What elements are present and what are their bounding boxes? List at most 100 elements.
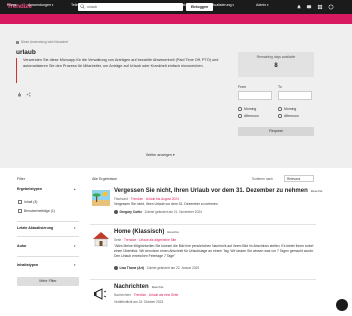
result-tag: Beachte bbox=[167, 230, 180, 234]
results-header: Alle Ergebnisse bbox=[92, 177, 117, 181]
chevron-down-icon: ▾ bbox=[74, 244, 76, 248]
filter-option-inhalt: Inhalt (3) bbox=[24, 200, 38, 204]
breadcrumb: Diese Anwendung wird fokussiert bbox=[16, 40, 68, 44]
result-item[interactable]: Nachrichten Beachte Nachrichten · Trendiz… bbox=[90, 284, 316, 310]
result-source: Nachrichten · Trendize · Urlaub als eine… bbox=[114, 293, 178, 297]
home-icon bbox=[93, 232, 109, 247]
main-nav bbox=[0, 14, 352, 24]
help-icon[interactable] bbox=[328, 4, 334, 10]
from-afternoon-label: Afternoon bbox=[244, 114, 259, 118]
to-morning-label: Morning bbox=[284, 107, 297, 111]
chevron-down-icon: ▾ bbox=[172, 153, 175, 157]
filter-group-ergebnistypen[interactable]: Ergebnistypen bbox=[17, 187, 42, 191]
action-icons bbox=[17, 92, 31, 98]
filter-group-autor[interactable]: Autor bbox=[17, 244, 27, 248]
divider bbox=[90, 224, 316, 225]
result-author: Gregory Cortiz · Zuletzt geändert am 21.… bbox=[114, 210, 202, 215]
nav-item-teilnehmen[interactable]: Teilnehmen bbox=[71, 3, 92, 7]
show-more-link[interactable]: Weiter anzeigen ▾ bbox=[146, 153, 175, 157]
avatar bbox=[114, 210, 118, 215]
result-tag: Beachte bbox=[151, 285, 164, 289]
nav-item-home[interactable]: Home bbox=[7, 3, 17, 7]
result-author: Lisa Thone (Art) · Zuletzt geändert am 2… bbox=[114, 266, 200, 271]
beach-icon bbox=[92, 190, 110, 206]
result-source: Seite · Trendize · Urlaub als allgemeine… bbox=[114, 238, 176, 242]
result-title: Nachrichten Beachte bbox=[114, 284, 163, 290]
chevron-up-icon: ▴ bbox=[74, 187, 76, 191]
divider bbox=[17, 236, 79, 237]
remaining-days-box: Remaining days available 8 bbox=[238, 52, 314, 77]
result-snippet: Vergessen Sie nicht, Ihren Urlaub vor de… bbox=[114, 202, 218, 206]
description-block: Verwenden Sie diese Microapp für die Ver… bbox=[16, 58, 220, 83]
sort-select[interactable]: Relevanz bbox=[284, 175, 314, 182]
from-morning-radio[interactable] bbox=[238, 107, 242, 111]
grid-icon[interactable] bbox=[317, 4, 323, 10]
nav-item-geschaeftscharakter[interactable]: Geschäftscharakter bbox=[159, 3, 192, 7]
chevron-down-icon: ▾ bbox=[74, 226, 76, 230]
result-source-type: Nachrichten · bbox=[114, 293, 134, 297]
divider bbox=[17, 256, 79, 257]
nav-item-aktualisierung[interactable]: Aktualisierung bbox=[209, 3, 234, 7]
filter-group-letzte-aktualisierung[interactable]: Letzte Aktualisierung bbox=[17, 226, 53, 230]
chat-icon[interactable] bbox=[306, 4, 312, 10]
result-source: Flashcard · Trendize · Urlaub bis August… bbox=[114, 197, 179, 201]
result-title-text: Vergessen Sie nicht, Ihren Urlaub vor de… bbox=[114, 188, 308, 194]
to-morning-radio[interactable] bbox=[278, 107, 282, 111]
to-label: To bbox=[278, 85, 282, 89]
to-date-field[interactable] bbox=[278, 91, 312, 100]
remaining-days-value: 8 bbox=[274, 63, 278, 69]
chat-launcher-icon[interactable] bbox=[336, 299, 348, 311]
app-icon bbox=[16, 40, 19, 44]
sort-label: Sortieren nach bbox=[252, 177, 273, 181]
author-name[interactable]: Gregory Cortiz bbox=[120, 210, 142, 214]
result-tag: Beachte bbox=[310, 189, 323, 193]
filter-option-benutzerbeitraege: Benutzerbeiträge (1) bbox=[24, 209, 55, 213]
more-filters-button[interactable]: Mehr Filter bbox=[17, 277, 79, 286]
to-afternoon-radio[interactable] bbox=[278, 114, 282, 118]
divider bbox=[17, 221, 79, 222]
avatar bbox=[114, 266, 118, 271]
result-source-link[interactable]: Trendize · Urlaub als allgemeine Site bbox=[124, 238, 176, 242]
from-date-field[interactable] bbox=[238, 91, 272, 100]
nav-item-anwendungen[interactable]: Anwendungen bbox=[28, 3, 53, 7]
from-label: From bbox=[238, 85, 246, 89]
result-meta: Zuletzt geändert am 21. November 2024 bbox=[144, 210, 202, 214]
chevron-down-icon: ▾ bbox=[74, 263, 76, 267]
show-more-label: Weiter anzeigen bbox=[146, 153, 172, 157]
nav-item-admin[interactable]: Admin bbox=[256, 3, 268, 7]
filter-title: Filter bbox=[17, 177, 25, 181]
megaphone-icon bbox=[94, 288, 107, 300]
result-meta: Veröffentlicht am 24. Oktober 2023 bbox=[114, 300, 164, 304]
filter-group-inhaltstypen[interactable]: Inhaltstypen bbox=[17, 263, 38, 267]
result-item[interactable]: Home (Klassisch) Beachte Seite · Trendize… bbox=[90, 229, 316, 275]
result-meta: Zuletzt geändert am 22. Januar 2025 bbox=[146, 266, 200, 270]
nav-item-lernen[interactable]: Lernen bbox=[134, 3, 147, 7]
result-meta-line: Veröffentlicht am 24. Oktober 2023 bbox=[114, 300, 163, 304]
from-afternoon-radio[interactable] bbox=[238, 114, 242, 118]
remaining-days-label: Remaining days available bbox=[256, 55, 296, 59]
thumbs-up-icon[interactable] bbox=[17, 92, 22, 97]
result-title: Home (Klassisch) Beachte bbox=[114, 229, 179, 235]
page-description: Verwenden Sie diese Microapp für die Ver… bbox=[23, 58, 219, 68]
breadcrumb-text: Diese Anwendung wird fokussiert bbox=[21, 40, 68, 44]
nav-item-verbinden[interactable]: Verbinden bbox=[104, 3, 122, 7]
page-title: urlaub bbox=[16, 49, 36, 56]
result-snippet: "Alles Meine Möglichkeiten Sie können di… bbox=[114, 244, 315, 258]
result-title-text: Nachrichten bbox=[114, 284, 149, 290]
filter-checkbox-inhalt[interactable] bbox=[18, 200, 22, 204]
result-title: Vergessen Sie nicht, Ihren Urlaub vor de… bbox=[114, 188, 322, 194]
filter-checkbox-benutzerbeitraege[interactable] bbox=[18, 209, 22, 213]
result-source-link[interactable]: Trendize · Urlaub als eine Seite bbox=[134, 293, 179, 297]
result-title-text: Home (Klassisch) bbox=[114, 229, 165, 235]
result-source-link[interactable]: Trendize · Urlaub bis August 2024 bbox=[131, 197, 179, 201]
author-name[interactable]: Lisa Thone (Art) bbox=[120, 266, 144, 270]
to-afternoon-label: Afternoon bbox=[284, 114, 299, 118]
result-source-type: Flashcard · bbox=[114, 197, 131, 201]
share-icon[interactable] bbox=[26, 92, 31, 97]
from-morning-label: Morning bbox=[244, 107, 257, 111]
bell-icon[interactable] bbox=[296, 4, 302, 10]
request-panel: Remaining days available 8 From To Morni… bbox=[238, 52, 314, 138]
result-item[interactable]: Vergessen Sie nicht, Ihren Urlaub vor de… bbox=[90, 188, 322, 220]
divider bbox=[90, 279, 316, 280]
request-button[interactable]: Request bbox=[238, 127, 314, 136]
